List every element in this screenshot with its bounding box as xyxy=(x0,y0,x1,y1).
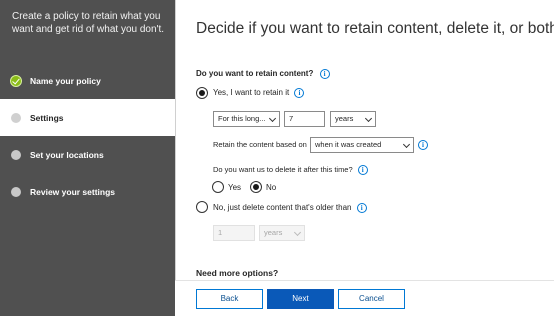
more-options-heading: Need more options? xyxy=(196,268,279,278)
delete-question-label: Do you want us to delete it after this t… xyxy=(213,165,353,174)
delete-yes-label: Yes xyxy=(228,183,242,192)
retain-question: Do you want to retain content? i xyxy=(196,69,330,79)
step-label: Set your locations xyxy=(30,149,104,160)
retain-yes-radio[interactable] xyxy=(196,87,208,99)
chevron-down-icon xyxy=(293,228,302,237)
based-on-value: when it was created xyxy=(315,140,382,149)
retain-question-label: Do you want to retain content? xyxy=(196,69,314,79)
delete-no-radio[interactable] xyxy=(250,181,262,193)
step-dot-icon xyxy=(11,112,21,123)
older-value-input[interactable]: 1 xyxy=(213,225,255,241)
delete-older-option: No, just delete content that's older tha… xyxy=(213,203,367,213)
back-button[interactable]: Back xyxy=(196,289,263,309)
cancel-button[interactable]: Cancel xyxy=(338,289,405,309)
retain-yes-label: Yes, I want to retain it xyxy=(213,88,290,98)
step-label: Name your policy xyxy=(30,75,101,86)
older-unit-value: years xyxy=(264,228,283,237)
check-icon xyxy=(10,74,22,87)
page-title: Decide if you want to retain content, de… xyxy=(196,20,554,37)
step-name-your-policy[interactable]: Name your policy xyxy=(0,62,175,99)
divider xyxy=(175,0,176,316)
step-dot-icon xyxy=(11,149,21,160)
retention-period-select[interactable]: For this long... xyxy=(213,111,280,127)
info-icon[interactable]: i xyxy=(319,69,330,79)
info-icon[interactable]: i xyxy=(357,165,368,176)
delete-no-label: No xyxy=(266,183,277,192)
wizard-sidebar: Create a policy to retain what you want … xyxy=(0,0,175,316)
step-label: Review your settings xyxy=(30,186,116,197)
info-icon[interactable]: i xyxy=(418,140,428,150)
older-unit-select[interactable]: years xyxy=(259,225,305,241)
chevron-down-icon xyxy=(402,140,411,149)
based-on-select[interactable]: when it was created xyxy=(310,137,414,153)
info-icon[interactable]: i xyxy=(356,203,367,213)
retain-yes-option: Yes, I want to retain it i xyxy=(213,88,305,98)
info-icon[interactable]: i xyxy=(294,88,305,98)
delete-older-radio[interactable] xyxy=(196,201,208,213)
delete-older-label: No, just delete content that's older tha… xyxy=(213,203,352,213)
wizard-footer: Back Next Cancel xyxy=(175,280,554,316)
step-review-your-settings[interactable]: Review your settings xyxy=(0,173,175,210)
chevron-down-icon xyxy=(364,114,373,123)
chevron-down-icon xyxy=(268,114,277,123)
retention-period-value: For this long... xyxy=(218,114,266,123)
based-on-label: Retain the content based on xyxy=(213,140,307,149)
retention-value-input[interactable]: 7 xyxy=(284,111,325,127)
wizard-title: Create a policy to retain what you want … xyxy=(12,11,165,35)
delete-question: Do you want us to delete it after this t… xyxy=(213,165,368,176)
retention-unit-value: years xyxy=(335,114,354,123)
step-dot-icon xyxy=(11,186,21,197)
delete-yes-radio[interactable] xyxy=(212,181,224,193)
retention-unit-select[interactable]: years xyxy=(330,111,376,127)
step-set-your-locations[interactable]: Set your locations xyxy=(0,136,175,173)
step-label: Settings xyxy=(30,112,64,123)
next-button[interactable]: Next xyxy=(267,289,334,309)
step-settings[interactable]: Settings xyxy=(0,99,175,136)
